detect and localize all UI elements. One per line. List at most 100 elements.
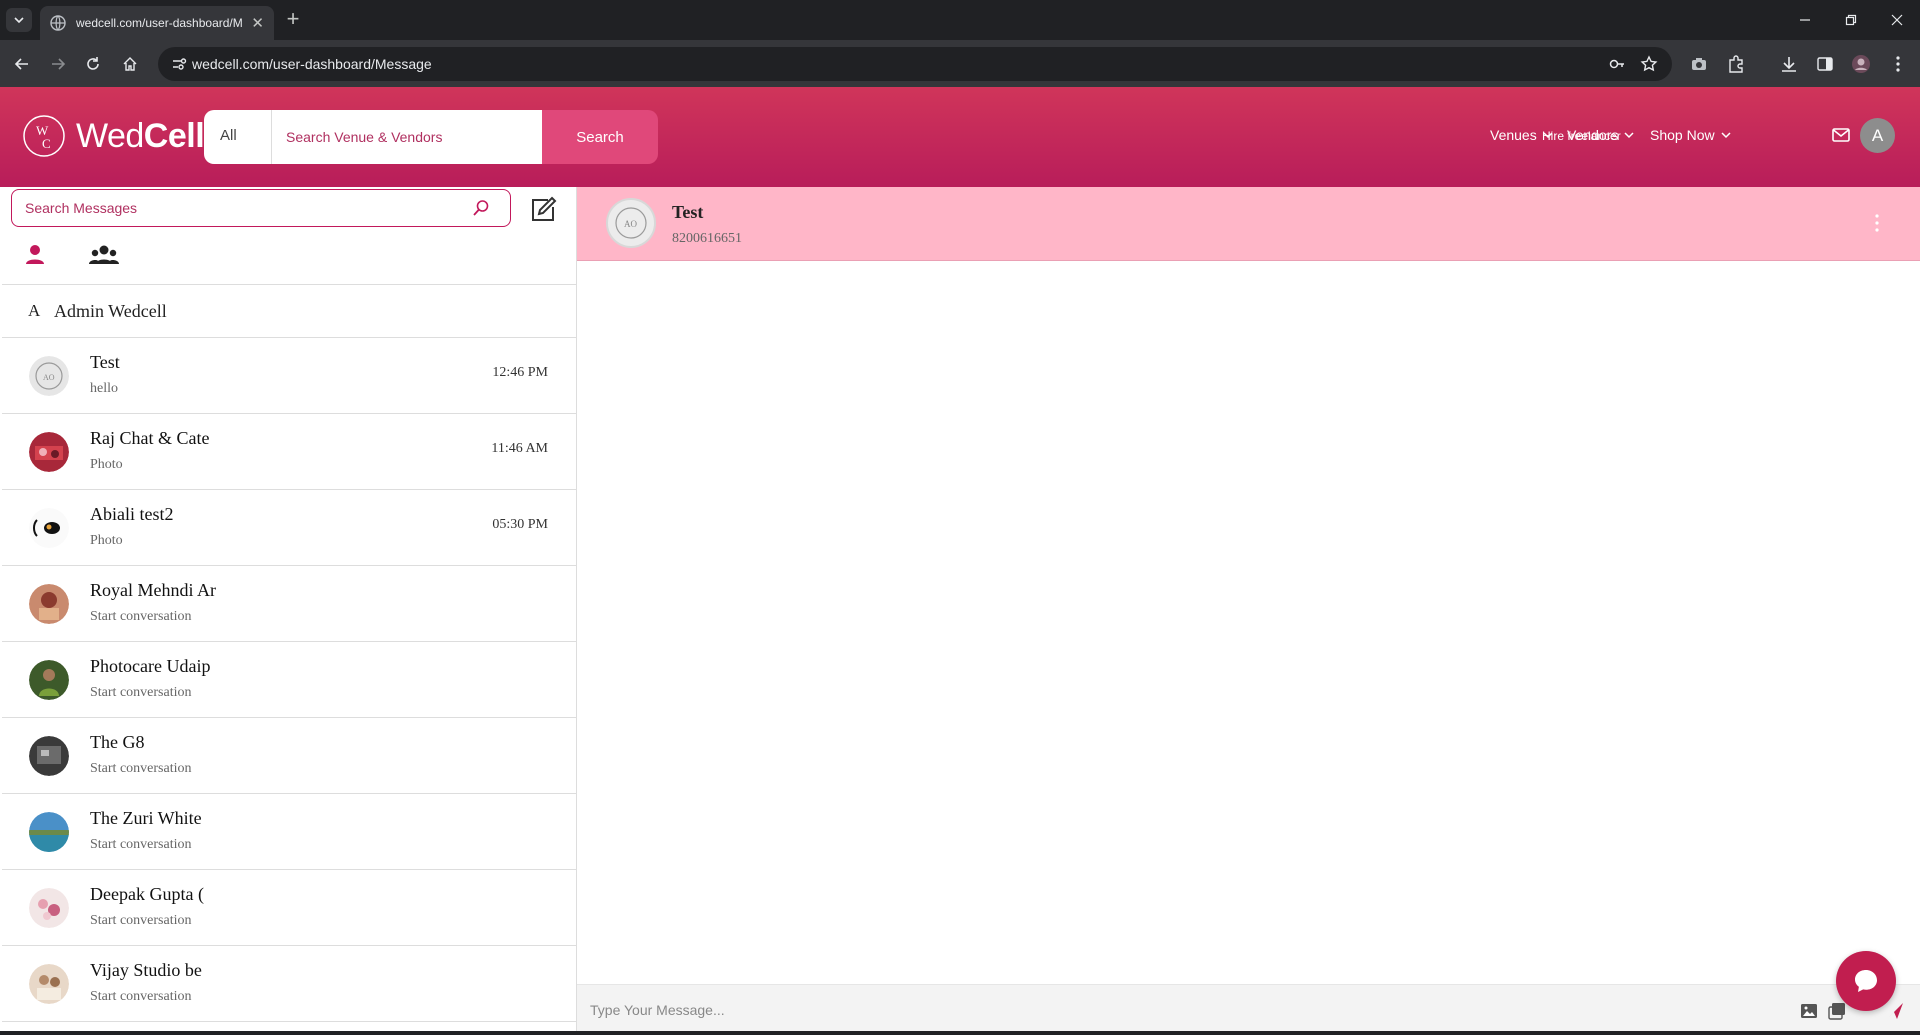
conversation-row[interactable]: Raj Chat & Cate Photo 11:46 AM xyxy=(2,414,576,490)
live-chat-button[interactable] xyxy=(1836,951,1896,1011)
arrow-left-icon xyxy=(14,58,28,70)
reload-button[interactable] xyxy=(80,51,106,77)
browser-toolbar: wedcell.com/user-dashboard/Message xyxy=(0,40,1920,87)
conversation-preview: Start conversation xyxy=(90,989,192,1004)
contact-avatar xyxy=(29,508,69,548)
more-options-icon[interactable] xyxy=(1874,213,1880,233)
home-button[interactable] xyxy=(117,51,143,77)
contact-avatar xyxy=(29,432,69,472)
admin-avatar-letter: A xyxy=(28,301,41,320)
search-button[interactable]: Search xyxy=(542,110,658,164)
conversation-preview: Start conversation xyxy=(90,913,192,928)
nav-shop-now[interactable]: Shop Now xyxy=(1650,127,1731,143)
compose-icon[interactable] xyxy=(528,195,558,225)
conversation-sidebar: A Admin Wedcell AO Test hello 12:46 PM R… xyxy=(0,187,577,1035)
svg-text:AO: AO xyxy=(624,219,637,229)
svg-text:AO: AO xyxy=(43,373,55,382)
message-input[interactable] xyxy=(590,995,1740,1025)
browser-tab-active[interactable]: wedcell.com/user-dashboard/M ✕ xyxy=(40,6,274,40)
conversation-preview: Start conversation xyxy=(90,761,192,776)
close-icon[interactable]: ✕ xyxy=(251,16,264,31)
conversation-name: Deepak Gupta ( xyxy=(90,884,204,904)
conversation-preview: hello xyxy=(90,381,118,396)
profile-avatar-icon[interactable] xyxy=(1851,54,1871,74)
conversation-row[interactable]: Photocare Udaip Start conversation xyxy=(2,642,576,718)
logo-text-wed: Wed xyxy=(76,117,144,155)
close-icon xyxy=(1891,14,1903,26)
chevron-down-icon xyxy=(14,17,24,24)
conversation-name: Vijay Studio be xyxy=(90,960,202,980)
browser-tab-bar: wedcell.com/user-dashboard/M ✕ + xyxy=(0,0,1920,40)
conversation-name: Admin Wedcell xyxy=(54,300,167,321)
pinned-conversation-admin[interactable]: A Admin Wedcell xyxy=(2,284,576,338)
hire-freelancer-link[interactable]: Hire freelancer xyxy=(1542,129,1621,143)
chat-panel: AO Test 8200616651 xyxy=(577,187,1920,1035)
image-icon[interactable] xyxy=(1799,1001,1819,1021)
arrow-right-icon xyxy=(52,58,66,70)
nav-venues-label: Venues xyxy=(1490,127,1537,143)
user-avatar[interactable]: A xyxy=(1860,118,1895,153)
conversation-name: The Zuri White xyxy=(90,808,202,828)
reload-icon xyxy=(87,57,99,70)
conversation-row[interactable]: The G8 Start conversation xyxy=(2,718,576,794)
mail-icon[interactable] xyxy=(1832,127,1850,143)
conversation-row[interactable]: Abiali test2 Photo 05:30 PM xyxy=(2,490,576,566)
contact-avatar[interactable]: AO xyxy=(606,198,656,248)
extensions-icon[interactable] xyxy=(1726,54,1746,74)
back-button[interactable] xyxy=(9,51,35,77)
wedcell-logo-icon[interactable]: W C xyxy=(22,114,66,158)
conversation-preview: Photo xyxy=(90,457,123,472)
venue-search-input[interactable] xyxy=(272,110,542,164)
message-search-input[interactable] xyxy=(12,190,472,226)
conversation-row[interactable]: Vijay Studio be Start conversation xyxy=(2,946,576,1022)
conversation-row[interactable]: Deepak Gupta ( Start conversation xyxy=(2,870,576,946)
new-tab-button[interactable]: + xyxy=(282,8,304,31)
address-bar[interactable]: wedcell.com/user-dashboard/Message xyxy=(158,47,1672,81)
conversation-row[interactable]: The Zuri White Start conversation xyxy=(2,794,576,870)
restore-button[interactable] xyxy=(1828,0,1874,40)
url-text: wedcell.com/user-dashboard/Message xyxy=(192,56,432,72)
message-composer xyxy=(577,984,1920,1035)
conversation-name: Abiali test2 xyxy=(90,504,174,524)
wedcell-logo-text[interactable]: WedCell xyxy=(76,117,205,156)
nav-shop-now-label: Shop Now xyxy=(1650,127,1715,143)
conversation-preview: Start conversation xyxy=(90,685,192,700)
download-icon[interactable] xyxy=(1779,54,1799,74)
conversation-time: 11:46 AM xyxy=(491,441,548,456)
search-icon[interactable] xyxy=(472,199,490,217)
conversation-list: A Admin Wedcell AO Test hello 12:46 PM R… xyxy=(2,284,576,1022)
chevron-down-icon xyxy=(1721,132,1731,139)
minimize-icon xyxy=(1800,19,1810,21)
minimize-button[interactable] xyxy=(1782,0,1828,40)
conversation-time: 05:30 PM xyxy=(492,517,548,532)
conversation-row[interactable]: Royal Mehndi Ar Start conversation xyxy=(2,566,576,642)
chat-bubble-icon xyxy=(1855,970,1877,992)
conversation-name: Photocare Udaip xyxy=(90,656,211,676)
send-icon[interactable] xyxy=(1885,1001,1905,1021)
camera-icon[interactable] xyxy=(1689,54,1709,74)
kebab-menu-icon[interactable] xyxy=(1888,54,1908,74)
tab-title: wedcell.com/user-dashboard/M xyxy=(76,16,243,30)
chat-contact-name: Test xyxy=(672,202,704,222)
contact-avatar xyxy=(29,812,69,852)
conversation-preview: Photo xyxy=(90,533,123,548)
globe-icon xyxy=(50,15,66,31)
conversation-name: Raj Chat & Cate xyxy=(90,428,210,448)
forward-button[interactable] xyxy=(45,51,71,77)
star-icon[interactable] xyxy=(1640,55,1658,73)
conversation-row[interactable]: AO Test hello 12:46 PM xyxy=(2,338,576,414)
side-panel-icon[interactable] xyxy=(1815,54,1835,74)
gallery-icon[interactable] xyxy=(1827,1001,1847,1021)
svg-text:C: C xyxy=(42,136,51,151)
search-category-select[interactable]: All xyxy=(204,110,272,164)
logo-text-cell: Cell xyxy=(143,117,205,155)
tab-search-button[interactable] xyxy=(6,8,32,32)
conversation-time: 12:46 PM xyxy=(492,365,548,380)
group-users-icon[interactable] xyxy=(89,243,119,267)
key-icon[interactable] xyxy=(1608,55,1626,73)
site-info-icon[interactable] xyxy=(170,55,188,73)
conversation-name: Test xyxy=(90,352,120,372)
single-user-icon[interactable] xyxy=(24,243,46,267)
contact-avatar: AO xyxy=(29,356,69,396)
close-window-button[interactable] xyxy=(1874,0,1920,40)
